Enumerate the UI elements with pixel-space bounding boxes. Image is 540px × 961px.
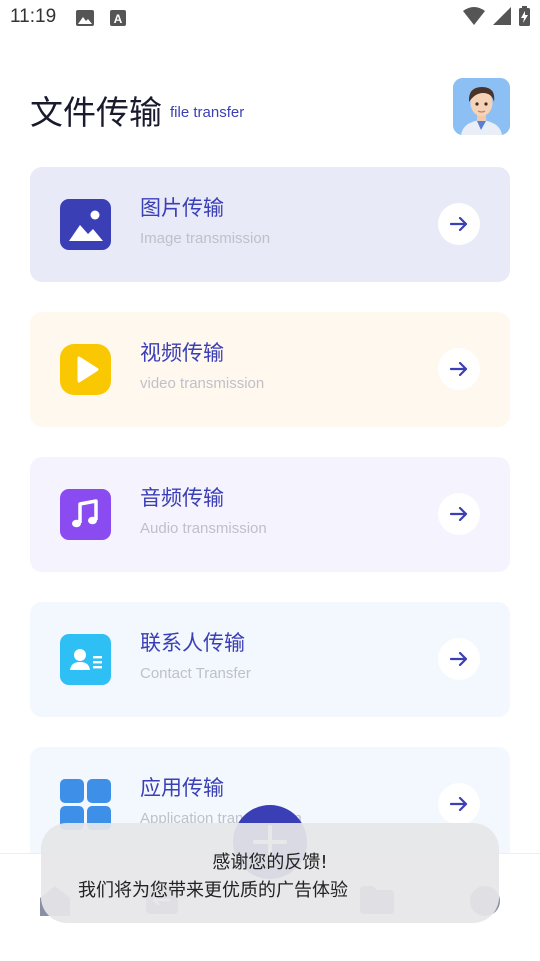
card-title: 应用传输: [140, 776, 224, 800]
card-audio-transfer[interactable]: 音频传输 Audio transmission: [30, 457, 510, 572]
avatar[interactable]: [453, 78, 510, 135]
signal-icon: [493, 7, 511, 29]
card-subtitle: video transmission: [140, 375, 265, 392]
card-subtitle: Audio transmission: [140, 520, 267, 537]
status-right-icons: [463, 6, 530, 30]
toast-message: 我们将为您带来更优质的广告体验: [78, 880, 348, 901]
play-icon: [60, 344, 111, 395]
card-image-transfer[interactable]: 图片传输 Image transmission: [30, 167, 510, 282]
toast-title: 感谢您的反馈!: [212, 852, 328, 873]
page-title: 文件传输: [30, 93, 162, 132]
arrow-right-icon[interactable]: [438, 348, 480, 390]
gallery-notification-icon: [76, 10, 94, 26]
card-title: 视频传输: [140, 341, 224, 365]
image-icon: [60, 199, 111, 250]
card-subtitle: Contact Transfer: [140, 665, 251, 682]
battery-charging-icon: [519, 6, 530, 30]
page-subtitle: file transfer: [170, 104, 245, 121]
contact-card-icon: [60, 634, 111, 685]
card-title: 联系人传输: [140, 631, 245, 655]
status-time: 11:19: [10, 6, 57, 27]
feedback-toast: 感谢您的反馈! 我们将为您带来更优质的广告体验: [41, 823, 499, 923]
arrow-right-icon[interactable]: [438, 638, 480, 680]
svg-text:A: A: [114, 12, 123, 26]
arrow-right-icon[interactable]: [438, 493, 480, 535]
card-subtitle: Image transmission: [140, 230, 271, 247]
card-title: 图片传输: [140, 196, 224, 220]
card-title: 音频传输: [140, 486, 224, 510]
music-icon: [60, 489, 111, 540]
card-contact-transfer[interactable]: 联系人传输 Contact Transfer: [30, 602, 510, 717]
arrow-right-icon[interactable]: [438, 203, 480, 245]
font-notification-icon: A: [110, 10, 128, 26]
card-video-transfer[interactable]: 视频传输 video transmission: [30, 312, 510, 427]
arrow-right-icon[interactable]: [438, 783, 480, 825]
wifi-icon: [463, 7, 485, 29]
